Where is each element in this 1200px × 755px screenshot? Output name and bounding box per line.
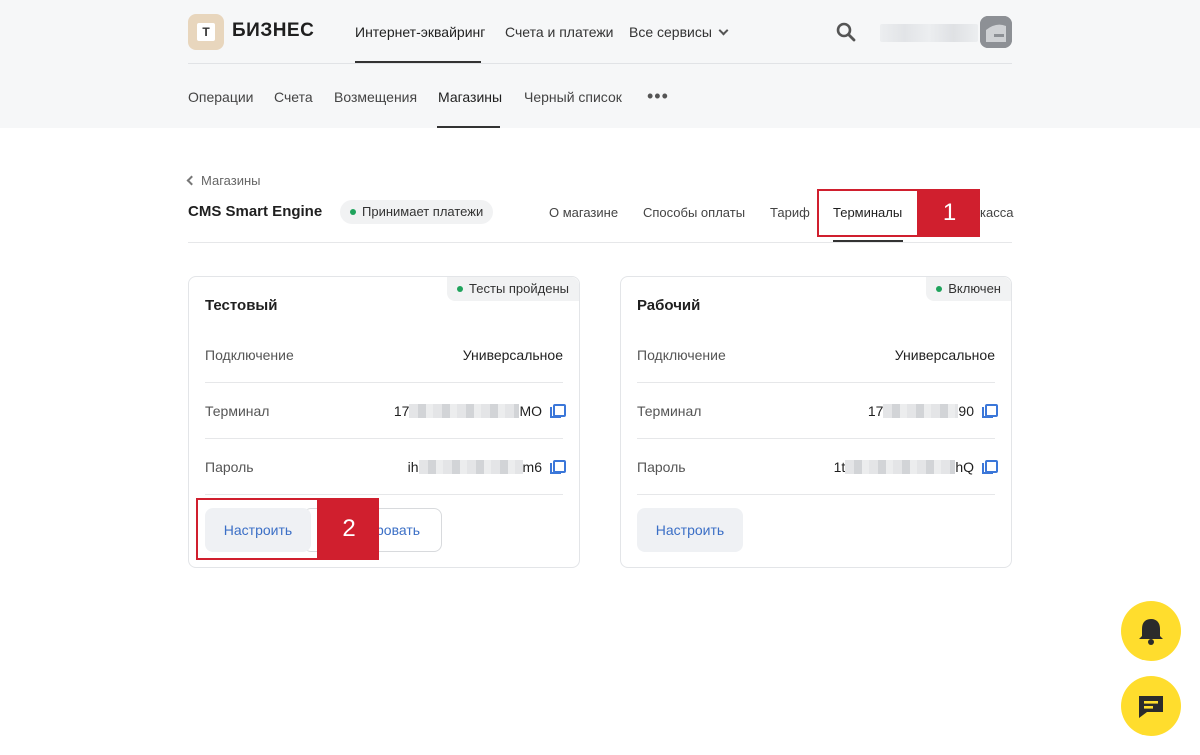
card-status-label: Тесты пройдены xyxy=(469,281,569,296)
value-prefix: 1t xyxy=(833,459,846,475)
password-value: ih m6 xyxy=(407,459,566,475)
row-terminal: Терминал 17 90 xyxy=(637,383,998,439)
row-label: Терминал xyxy=(205,403,270,419)
subnav-item-operations[interactable]: Операции xyxy=(188,89,254,105)
row-connection: Подключение Универсальное xyxy=(205,327,563,383)
terminal-card-production: Включен Рабочий Подключение Универсально… xyxy=(620,276,1012,568)
page-title: CMS Smart Engine xyxy=(188,203,323,220)
subnav-item-refunds[interactable]: Возмещения xyxy=(334,89,417,105)
masked-value xyxy=(883,404,959,418)
password-value: 1t hQ xyxy=(833,459,998,475)
avatar-image xyxy=(980,16,1012,48)
value-suffix: 90 xyxy=(958,403,974,419)
row-label: Терминал xyxy=(637,403,702,419)
subnav-item-blacklist[interactable]: Черный список xyxy=(524,89,622,105)
highlight-box-2 xyxy=(196,498,319,560)
row-terminal: Терминал 17 MO xyxy=(205,383,566,439)
value-prefix: 17 xyxy=(393,403,410,419)
row-label: Пароль xyxy=(205,459,254,475)
copy-icon[interactable] xyxy=(982,460,998,474)
card-status-label: Включен xyxy=(948,281,1001,296)
topnav-item-accounts[interactable]: Счета и платежи xyxy=(505,24,614,40)
card-title: Тестовый xyxy=(205,297,278,314)
row-label: Пароль xyxy=(637,459,686,475)
chevron-down-icon xyxy=(718,25,729,36)
value-suffix: hQ xyxy=(955,459,974,475)
row-label: Подключение xyxy=(637,347,726,363)
avatar[interactable] xyxy=(980,16,1012,48)
card-status-badge: Тесты пройдены xyxy=(447,277,579,301)
tab-kassa[interactable]: касса xyxy=(980,205,1013,220)
header: Т БИЗНЕС Интернет-эквайринг Счета и плат… xyxy=(0,0,1200,128)
top-bar: Т БИЗНЕС Интернет-эквайринг Счета и плат… xyxy=(188,0,1012,64)
status-badge: Принимает платежи xyxy=(340,200,494,224)
bell-icon xyxy=(1139,619,1163,645)
highlight-label-1: 1 xyxy=(919,189,980,237)
subnav-item-shops[interactable]: Магазины xyxy=(438,89,502,105)
topnav-item-acquiring[interactable]: Интернет-эквайринг xyxy=(355,24,485,40)
breadcrumb-label: Магазины xyxy=(201,173,261,188)
status-dot-icon xyxy=(936,286,943,292)
breadcrumb-back[interactable]: Магазины xyxy=(186,173,261,188)
row-connection: Подключение Универсальное xyxy=(637,327,995,383)
status-dot-icon xyxy=(350,209,356,215)
tab-tariff[interactable]: Тариф xyxy=(770,205,810,220)
copy-icon[interactable] xyxy=(982,404,998,418)
copy-icon[interactable] xyxy=(550,460,566,474)
terminal-id: 17 MO xyxy=(393,403,566,419)
chat-button[interactable] xyxy=(1121,676,1181,736)
more-icon[interactable]: ••• xyxy=(647,86,669,107)
highlight-label-2: 2 xyxy=(319,498,379,560)
status-badge-label: Принимает платежи xyxy=(362,204,484,219)
value-prefix: 17 xyxy=(867,403,884,419)
user-name-masked[interactable] xyxy=(880,24,978,42)
tabs-divider xyxy=(188,242,1012,243)
logo-icon: Т xyxy=(197,23,215,41)
tab-about[interactable]: О магазине xyxy=(549,205,618,220)
row-password: Пароль ih m6 xyxy=(205,439,566,495)
subnav-active-indicator xyxy=(437,126,500,128)
masked-value xyxy=(418,460,523,474)
value-suffix: m6 xyxy=(522,459,542,475)
topnav-all-services-label: Все сервисы xyxy=(629,24,712,40)
chat-icon xyxy=(1139,696,1163,718)
subnav-item-accounts[interactable]: Счета xyxy=(274,89,313,105)
terminal-id: 17 90 xyxy=(867,403,998,419)
highlight-box-1 xyxy=(817,189,919,237)
row-value: Универсальное xyxy=(894,347,995,363)
row-label: Подключение xyxy=(205,347,294,363)
topnav-item-all-services[interactable]: Все сервисы xyxy=(629,24,729,40)
value-suffix: MO xyxy=(519,403,542,419)
copy-icon[interactable] xyxy=(550,404,566,418)
row-value: Универсальное xyxy=(462,347,563,363)
masked-value xyxy=(845,460,956,474)
brand-name: БИЗНЕС xyxy=(232,20,315,41)
row-password: Пароль 1t hQ xyxy=(637,439,998,495)
value-prefix: ih xyxy=(407,459,419,475)
card-status-badge: Включен xyxy=(926,277,1011,301)
search-icon[interactable] xyxy=(836,22,856,42)
masked-value xyxy=(409,404,520,418)
notifications-button[interactable] xyxy=(1121,601,1181,661)
card-title: Рабочий xyxy=(637,297,701,314)
back-chevron-icon xyxy=(186,175,197,186)
configure-button[interactable]: Настроить xyxy=(637,508,743,552)
status-dot-icon xyxy=(457,286,464,292)
logo[interactable]: Т xyxy=(188,14,224,50)
tab-payment-methods[interactable]: Способы оплаты xyxy=(643,205,745,220)
topnav-active-indicator xyxy=(355,61,481,63)
